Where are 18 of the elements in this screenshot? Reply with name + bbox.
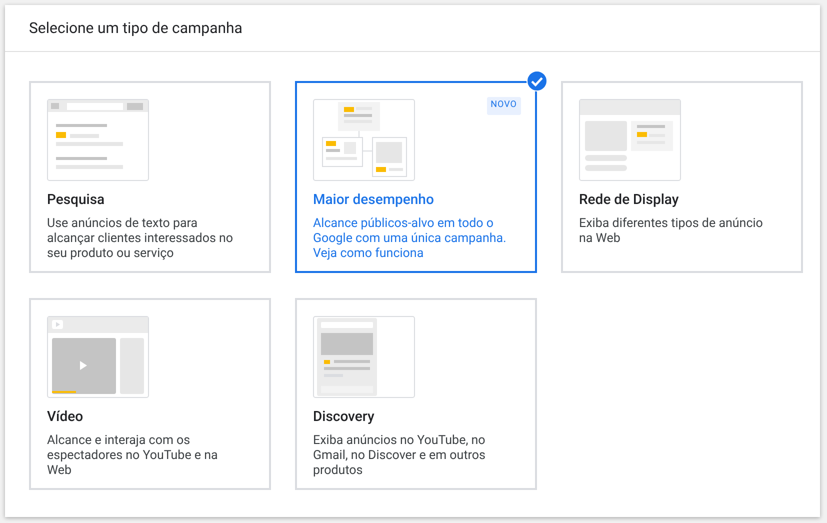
card-title: Vídeo [47,408,84,427]
card-description: Use anúncios de texto para alcançar clientes interessados no seu produto ou serviço [47,216,234,261]
card-description: Exiba anúncios no YouTube, no Gmail, no Discover e em outros produtos [313,433,486,478]
checkmark-icon [526,70,548,92]
card-description: Alcance e interaja com os espectadores no YouTube e na Web [47,433,219,478]
card-description: Alcance públicos-alvo em todo o Google com uma única campanha. Veja como funciona [313,216,508,261]
new-badge: NOVO [486,97,521,114]
campaign-type-card[interactable]: Pesquisa Use anúncios de texto para alcançar clientes interessados no seu produto ou serviço [29,81,271,273]
card-title: Maior desempenho [313,191,434,210]
campaign-type-card[interactable]: Rede de Display Exiba diferentes tipos de anúncio na Web [561,81,803,273]
campaign-type-card[interactable]: Discovery Exiba anúncios no YouTube, no Gmail, no Discover e em outros produtos [295,298,537,490]
card-title: Discovery [313,408,374,427]
dialog-title: Selecione um tipo de campanha [29,18,242,39]
campaign-type-card[interactable]: Vídeo Alcance e interaja com os espectadores no YouTube e na Web [29,298,271,490]
campaign-type-card[interactable]: Maior desempenho Alcance públicos-alvo em todo o Google com uma única campanha. Veja como funciona NOVO [295,81,537,273]
card-title: Pesquisa [47,191,105,210]
card-description: Exiba diferentes tipos de anúncio na Web [579,216,764,246]
card-title: Rede de Display [579,191,679,210]
